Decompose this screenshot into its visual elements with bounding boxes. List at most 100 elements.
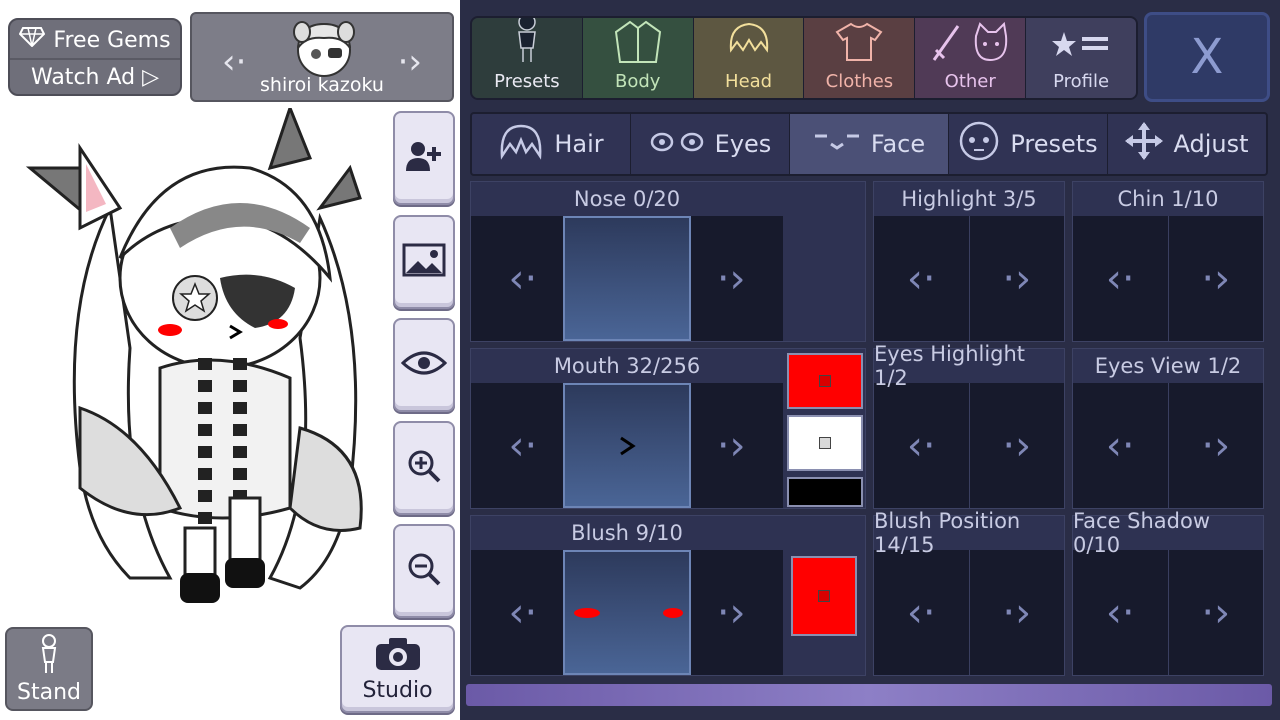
mouth-label: Mouth 32/256 <box>471 349 783 383</box>
subtab-eyes[interactable]: Eyes <box>631 114 790 174</box>
free-gems-widget[interactable]: Free Gems Watch Ad ▷ <box>8 18 182 96</box>
face-shadow-option: Face Shadow 0/10 ‹· ·› <box>1072 509 1264 676</box>
close-button[interactable]: X <box>1144 12 1270 102</box>
free-gems-row[interactable]: Free Gems <box>10 22 180 58</box>
tab-profile[interactable]: Profile <box>1026 18 1136 98</box>
nose-option: Nose 0/20 ‹· ·› <box>470 181 866 342</box>
highlight-prev-button[interactable]: ‹· <box>874 216 970 341</box>
swatch-marker <box>818 590 830 602</box>
face-shadow-next-button[interactable]: ·› <box>1169 550 1264 675</box>
nose-prev-button[interactable]: ‹· <box>471 216 576 341</box>
studio-button[interactable]: Studio <box>340 625 455 713</box>
nose-side-panel <box>783 182 865 341</box>
character-preview[interactable] <box>20 103 390 618</box>
eyes-highlight-label: Eyes Highlight 1/2 <box>874 342 1064 390</box>
blush-option: Blush 9/10 ‹· ·› <box>470 515 866 676</box>
hair-outline-icon <box>498 122 544 166</box>
blush-next-button[interactable]: ·› <box>679 550 783 675</box>
mouth-color-3-swatch[interactable] <box>787 477 863 507</box>
image-icon <box>402 243 446 281</box>
tab-presets[interactable]: Presets <box>472 18 583 98</box>
highlight-option: Highlight 3/5 ‹· ·› <box>873 181 1065 342</box>
eyes-highlight-prev-button[interactable]: ‹· <box>874 383 970 508</box>
free-gems-label: Free Gems <box>53 27 171 53</box>
eyes-outline-icon <box>649 128 705 160</box>
blush-label: Blush 9/10 <box>471 516 783 550</box>
star-list-icon <box>1052 28 1110 71</box>
blush-preview <box>563 550 691 675</box>
hair-icon <box>725 20 773 71</box>
highlight-next-button[interactable]: ·› <box>970 216 1065 341</box>
mouth-preview <box>563 383 691 508</box>
mouth-prev-button[interactable]: ‹· <box>471 383 576 508</box>
subtab-adjust[interactable]: Adjust <box>1108 114 1266 174</box>
subtab-label: Hair <box>554 130 604 158</box>
watch-ad-row[interactable]: Watch Ad ▷ <box>10 58 180 94</box>
background-button[interactable] <box>393 215 455 309</box>
tab-label: Presets <box>494 71 560 92</box>
tab-label: Body <box>615 71 661 92</box>
tab-label: Head <box>725 71 773 92</box>
tab-other[interactable]: Other <box>915 18 1027 98</box>
tab-label: Other <box>944 71 996 92</box>
body-figure-icon <box>513 18 541 71</box>
blush-position-label: Blush Position 14/15 <box>874 509 1064 557</box>
blush-color-swatch[interactable] <box>791 556 857 636</box>
blush-prev-button[interactable]: ‹· <box>471 550 576 675</box>
face-shadow-prev-button[interactable]: ‹· <box>1073 550 1169 675</box>
studio-label: Studio <box>362 677 433 703</box>
eyes-view-option: Eyes View 1/2 ‹· ·› <box>1072 348 1264 509</box>
shirt-icon <box>835 20 883 71</box>
tab-head[interactable]: Head <box>693 18 805 98</box>
eye-icon <box>400 349 448 381</box>
character-head-icon <box>288 18 360 82</box>
blush-position-option: Blush Position 14/15 ‹· ·› <box>873 509 1065 676</box>
zoom-out-button[interactable] <box>393 524 455 618</box>
tab-body[interactable]: Body <box>582 18 694 98</box>
nose-label: Nose 0/20 <box>471 182 783 216</box>
mouth-option: Mouth 32/256 ‹· ·› <box>470 348 866 509</box>
category-tabbar: Presets Body Head Clothes Other Profile <box>470 16 1138 100</box>
stand-button[interactable]: Stand <box>5 627 93 711</box>
subtab-label: Presets <box>1010 130 1098 158</box>
zoom-in-button[interactable] <box>393 421 455 515</box>
head-subtabs: Hair Eyes Face Presets Adjust <box>470 112 1268 176</box>
eyes-view-next-button[interactable]: ·› <box>1169 383 1264 508</box>
tab-label: Clothes <box>825 71 894 92</box>
close-icon: X <box>1190 29 1224 85</box>
blush-position-next-button[interactable]: ·› <box>970 550 1065 675</box>
zoom-out-icon <box>406 551 442 591</box>
tab-label: Profile <box>1053 71 1110 92</box>
stand-label: Stand <box>17 679 81 705</box>
tab-clothes[interactable]: Clothes <box>804 18 916 98</box>
eyes-view-label: Eyes View 1/2 <box>1073 349 1263 383</box>
swatch-marker <box>819 375 831 387</box>
zoom-in-icon <box>406 448 442 488</box>
face-preset-icon <box>958 120 1000 168</box>
blush-position-prev-button[interactable]: ‹· <box>874 550 970 675</box>
eyes-view-prev-button[interactable]: ‹· <box>1073 383 1169 508</box>
subtab-hair[interactable]: Hair <box>472 114 631 174</box>
add-character-button[interactable] <box>393 111 455 205</box>
move-arrows-icon <box>1125 122 1164 166</box>
mouth-color-1-swatch[interactable] <box>787 353 863 409</box>
nose-next-button[interactable]: ·› <box>679 216 783 341</box>
watch-ad-label: Watch Ad ▷ <box>30 64 160 90</box>
chin-next-button[interactable]: ·› <box>1169 216 1264 341</box>
mouth-next-button[interactable]: ·› <box>679 383 783 508</box>
eyes-highlight-next-button[interactable]: ·› <box>970 383 1065 508</box>
character-name: shiroi kazoku <box>260 74 384 96</box>
chin-prev-button[interactable]: ‹· <box>1073 216 1169 341</box>
camera-icon <box>374 636 422 678</box>
subtab-label: Eyes <box>714 130 772 158</box>
subtab-label: Face <box>870 130 926 158</box>
stand-pose-icon <box>37 633 61 680</box>
subtab-face[interactable]: Face <box>790 114 949 174</box>
highlight-label: Highlight 3/5 <box>874 182 1064 216</box>
chin-label: Chin 1/10 <box>1073 182 1263 216</box>
mouth-color-2-swatch[interactable] <box>787 415 863 471</box>
chin-option: Chin 1/10 ‹· ·› <box>1072 181 1264 342</box>
subtab-presets[interactable]: Presets <box>949 114 1108 174</box>
toggle-view-button[interactable] <box>393 318 455 412</box>
jacket-icon <box>614 20 662 71</box>
